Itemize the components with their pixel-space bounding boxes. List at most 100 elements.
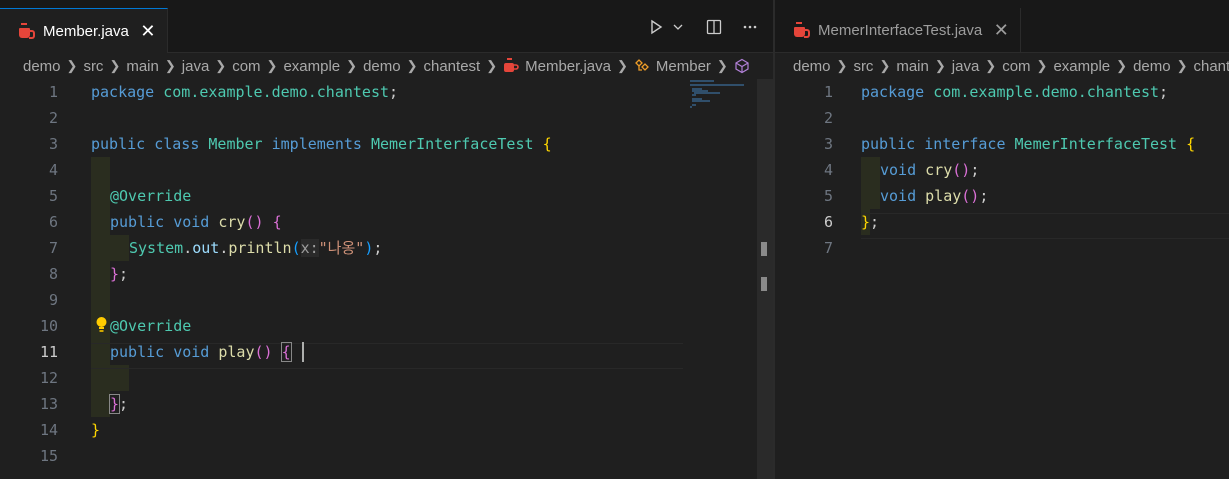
line-number: 10 [39,317,58,335]
chevron-right-icon: ❯ [1116,58,1128,73]
code-line: package com.example.demo.chantest; [91,83,399,101]
breadcrumb-item[interactable]: Member.java [525,58,611,75]
line-number: 1 [823,83,833,101]
chevron-right-icon: ❯ [934,58,946,73]
line-number: 6 [48,213,58,231]
right-editor-group: MemerInterfaceTest.java ✕ demo ❯ src ❯ mai… [775,0,1229,479]
chevron-right-icon: ❯ [266,58,278,73]
code-line: void cry(); [880,161,980,179]
method-icon [734,58,750,74]
line-number: 3 [823,135,833,153]
breadcrumb-item[interactable]: Member [656,58,711,75]
line-number: 4 [48,161,58,179]
more-actions-icon[interactable] [741,18,759,36]
line-number: 11 [39,343,58,361]
minimap[interactable] [690,79,750,119]
line-number: 9 [48,291,58,309]
breadcrumb-item[interactable]: example [283,58,340,75]
code-line: }; [108,394,129,414]
code-line: public void cry() { [110,213,282,231]
breadcrumb-item[interactable]: demo [23,58,61,75]
left-editor-group: Member.java ✕ demo ❯ src ❯ main ❯ java ❯ com… [0,0,773,479]
chevron-down-icon[interactable] [669,18,687,36]
code-line: public void play() { [110,342,292,362]
breadcrumb-item[interactable]: example [1053,58,1110,75]
line-number: 15 [39,447,58,465]
chevron-right-icon: ❯ [215,58,227,73]
close-icon[interactable]: ✕ [992,21,1010,39]
code-line: @Override [110,187,192,205]
code-editor[interactable]: 1 package com.example.demo.chantest; 2 3 p… [775,79,1229,479]
line-number: 4 [823,161,833,179]
chevron-right-icon: ❯ [617,58,628,73]
breadcrumb-item[interactable]: chant [1194,58,1229,75]
chevron-right-icon: ❯ [66,58,78,73]
line-number: 5 [823,187,833,205]
chevron-right-icon: ❯ [1036,58,1048,73]
code-line: public class Member implements MemerInte… [91,135,552,153]
line-number: 7 [823,239,833,257]
line-number: 8 [48,265,58,283]
run-icon[interactable] [647,18,665,36]
line-number: 12 [39,369,58,387]
code-line: package com.example.demo.chantest; [861,83,1169,101]
tab-label: MemerInterfaceTest.java [818,21,983,39]
line-number: 7 [48,239,58,257]
class-icon [634,58,650,74]
tab-label: Member.java [43,22,129,40]
right-tab-bar: MemerInterfaceTest.java ✕ [775,0,1229,53]
chevron-right-icon: ❯ [716,58,728,73]
tab-member-java[interactable]: Member.java ✕ [0,8,168,53]
line-number: 14 [39,421,58,439]
close-icon[interactable]: ✕ [139,22,157,40]
line-number: 13 [39,395,58,413]
tab-memerinterfacetest-java[interactable]: MemerInterfaceTest.java ✕ [775,8,1022,52]
scroll-marker [761,277,767,291]
code-line: System.out.println(x:"나옹"); [129,239,383,257]
text-cursor [302,342,304,362]
chevron-right-icon: ❯ [486,58,498,73]
breadcrumb-item[interactable]: com [1002,58,1030,75]
line-number: 2 [48,109,58,127]
line-number: 1 [48,83,58,101]
chevron-right-icon: ❯ [985,58,997,73]
java-file-icon [18,22,35,40]
breadcrumb-item[interactable]: demo [1133,58,1171,75]
breadcrumb-item[interactable]: src [853,58,873,75]
chevron-right-icon: ❯ [879,58,891,73]
chevron-right-icon: ❯ [109,58,121,73]
breadcrumb-item[interactable]: java [952,58,980,75]
breadcrumb-item[interactable]: chantest [424,58,481,75]
chevron-right-icon: ❯ [1176,58,1188,73]
breadcrumb-item[interactable]: demo [363,58,401,75]
java-file-icon [503,58,519,74]
code-line: void play(); [880,187,989,205]
lightbulb-icon[interactable] [95,316,108,334]
breadcrumb: demo ❯ src ❯ main ❯ java ❯ com ❯ example ❯ dem… [775,53,1229,79]
breadcrumb-item[interactable]: demo [793,58,831,75]
code-editor[interactable]: 1 package com.example.demo.chantest; 2 3 p… [0,79,773,479]
chevron-right-icon: ❯ [406,58,418,73]
editor-toolbar [647,18,759,36]
chevron-right-icon: ❯ [346,58,358,73]
chevron-right-icon: ❯ [164,58,176,73]
line-number: 5 [48,187,58,205]
code-line: }; [861,213,880,231]
breadcrumb-item[interactable]: java [182,58,210,75]
code-line: @Override [110,317,192,335]
java-file-icon [793,21,810,39]
breadcrumb-item[interactable]: com [232,58,260,75]
breadcrumb-item[interactable]: main [896,58,929,75]
scroll-marker [761,242,767,256]
left-tab-bar: Member.java ✕ [0,0,773,53]
inlay-hint: x: [300,239,319,257]
split-editor-icon[interactable] [705,18,723,36]
code-line: }; [110,265,129,283]
chevron-right-icon: ❯ [836,58,848,73]
breadcrumb-item[interactable]: src [83,58,103,75]
breadcrumb-item[interactable]: main [126,58,159,75]
code-line: } [91,421,101,439]
breadcrumb: demo ❯ src ❯ main ❯ java ❯ com ❯ example ❯ dem… [0,53,773,79]
code-line: public interface MemerInterfaceTest { [861,135,1196,153]
line-number: 6 [823,213,833,231]
